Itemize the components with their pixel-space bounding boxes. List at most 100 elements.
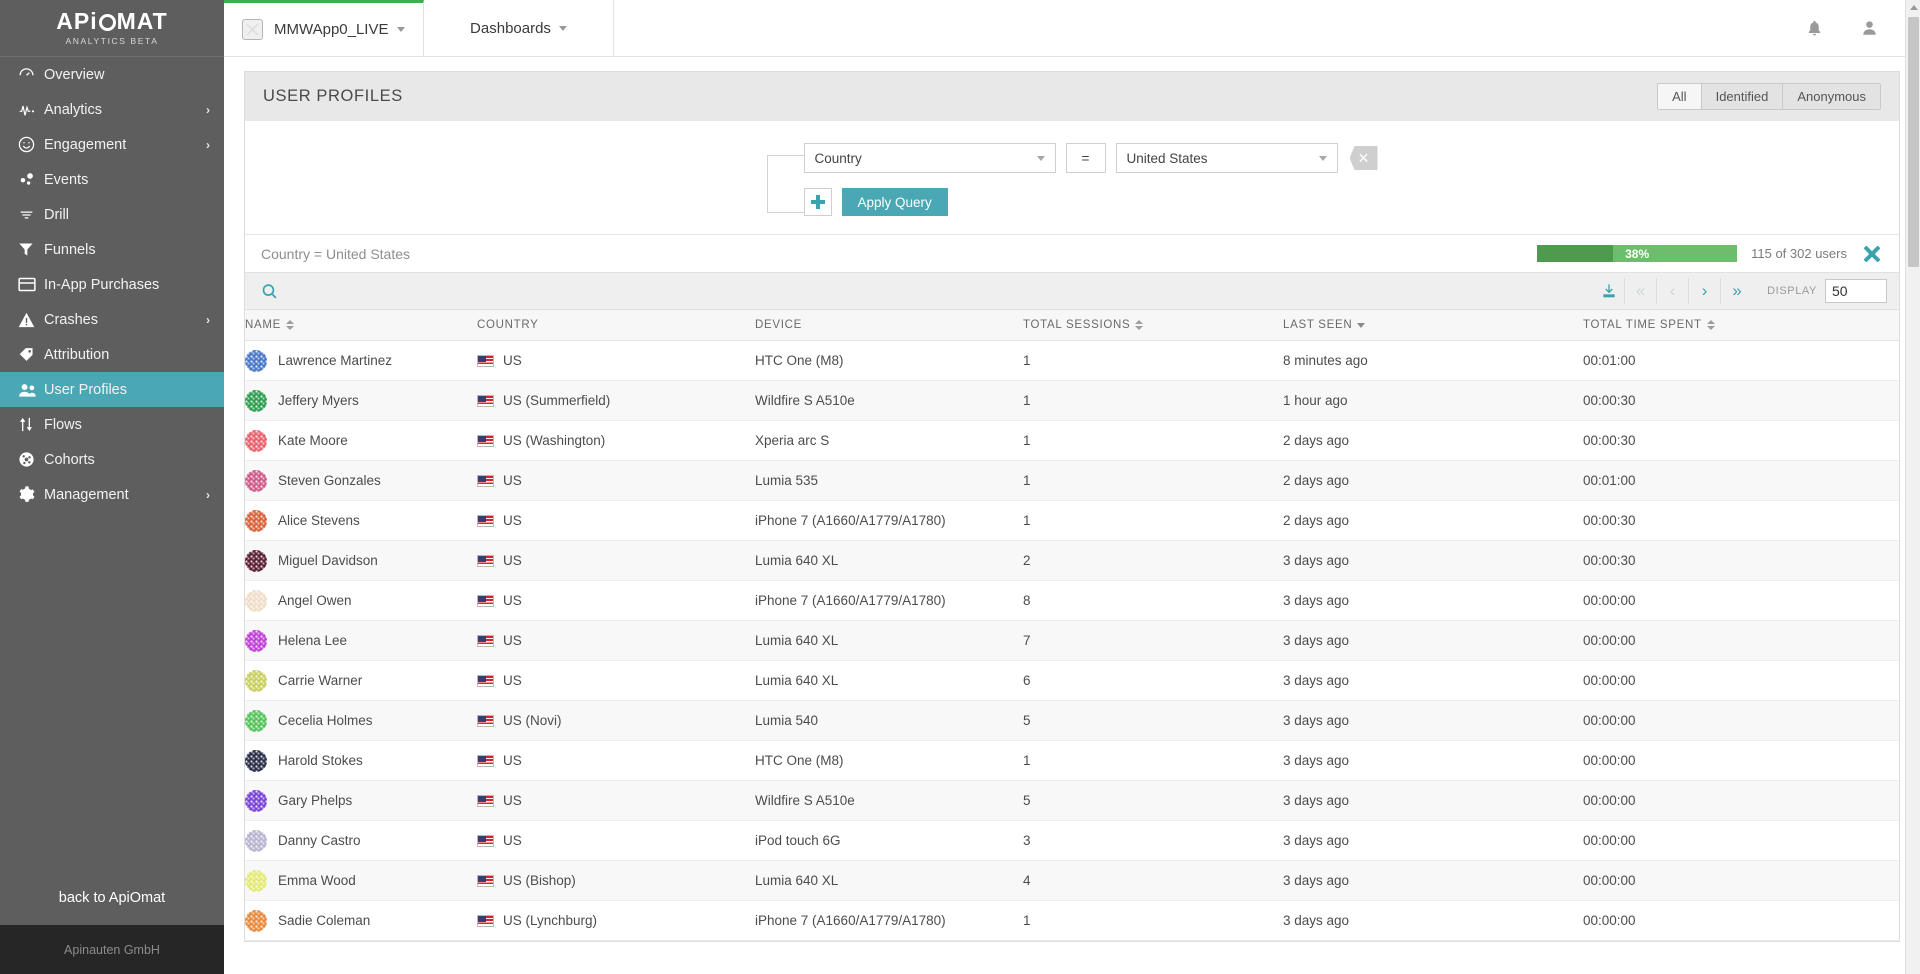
avatar: [245, 669, 267, 692]
chevron-down-icon: [558, 25, 567, 31]
page-header: USER PROFILES All Identified Anonymous: [244, 71, 1900, 121]
cell-country: US: [477, 780, 755, 821]
table-row[interactable]: Cecelia Holmes US (Novi) Lumia 540 5 3 days …: [245, 700, 1899, 741]
sidebar-item-overview[interactable]: Overview: [0, 57, 224, 92]
sidebar-label: Overview: [44, 66, 105, 83]
cell-total-time-spent: 00:00:00: [1583, 900, 1899, 941]
cell-device: iPhone 7 (A1660/A1779/A1780): [755, 900, 1023, 941]
next-page-button[interactable]: ›: [1689, 278, 1722, 304]
sidebar-item-drill[interactable]: Drill: [0, 197, 224, 232]
chevron-right-icon: ›: [206, 102, 210, 117]
table-row[interactable]: Emma Wood US (Bishop) Lumia 640 XL 4 3 days …: [245, 860, 1899, 901]
sidebar-item-management[interactable]: Management ›: [0, 477, 224, 512]
query-field-select[interactable]: Country: [803, 143, 1056, 173]
sidebar-item-analytics[interactable]: Analytics ›: [0, 92, 224, 127]
prev-page-button[interactable]: ‹: [1657, 278, 1690, 304]
country-label: US: [503, 793, 522, 808]
cell-device: Lumia 640 XL: [755, 660, 1023, 701]
sidebar-item-attribution[interactable]: Attribution: [0, 337, 224, 372]
table-row[interactable]: Carrie Warner US Lumia 640 XL 6 3 days ago 00…: [245, 660, 1899, 701]
sidebar-item-cohorts[interactable]: Cohorts: [0, 442, 224, 477]
topbar-actions: [1806, 0, 1920, 56]
country-label: US (Bishop): [503, 873, 576, 888]
sidebar-item-crashes[interactable]: Crashes ›: [0, 302, 224, 337]
query-rows: Country = United States ✕ Apply Query: [803, 143, 1378, 216]
query-operator[interactable]: =: [1065, 143, 1106, 173]
sidebar-item-flows[interactable]: Flows: [0, 407, 224, 442]
avatar: [245, 349, 267, 372]
sidebar-label: Cohorts: [44, 451, 95, 468]
sidebar-item-funnels[interactable]: Funnels: [0, 232, 224, 267]
app-thumbnail-icon: [242, 19, 263, 40]
sidebar-item-engagement[interactable]: Engagement ›: [0, 127, 224, 162]
query-value-select[interactable]: United States: [1115, 143, 1338, 173]
country-label: US (Novi): [503, 713, 562, 728]
table-row[interactable]: Harold Stokes US HTC One (M8) 1 3 days ago 00…: [245, 740, 1899, 781]
table-row[interactable]: Angel Owen US iPhone 7 (A1660/A1779/A1780)…: [245, 580, 1899, 621]
scrollbar-thumb[interactable]: [1908, 17, 1919, 267]
country-label: US: [503, 753, 522, 768]
dashboards-tab[interactable]: Dashboards: [424, 0, 614, 56]
cell-device: Lumia 640 XL: [755, 620, 1023, 661]
back-to-apiomat-link[interactable]: back to ApiOmat: [0, 871, 224, 925]
cell-last-seen: 2 days ago: [1283, 460, 1583, 501]
cell-total-sessions: 4: [1023, 860, 1283, 901]
clear-query-icon[interactable]: [1861, 243, 1883, 265]
download-icon[interactable]: [1593, 278, 1626, 304]
display-count-input[interactable]: [1825, 279, 1887, 303]
sidebar-item-in-app-purchases[interactable]: In-App Purchases: [0, 267, 224, 302]
column-label: DEVICE: [755, 319, 803, 331]
user-icon[interactable]: [1861, 19, 1878, 37]
cell-device: Lumia 540: [755, 700, 1023, 741]
cell-total-sessions: 1: [1023, 460, 1283, 501]
card-icon: [18, 277, 44, 292]
column-header-total-time-spent[interactable]: TOTAL TIME SPENT: [1583, 310, 1899, 341]
chevron-down-icon: [1036, 155, 1045, 161]
table-row[interactable]: Danny Castro US iPod touch 6G 3 3 days ago 00…: [245, 820, 1899, 861]
sidebar-label: Analytics: [44, 101, 103, 118]
country-label: US: [503, 833, 522, 848]
last-page-button[interactable]: »: [1721, 278, 1753, 304]
table-head: NAME COUNTRY DEVICE TOTAL SESSIONS LAST: [245, 310, 1899, 341]
table-row[interactable]: Steven Gonzales US Lumia 535 1 2 days ago 00:…: [245, 460, 1899, 501]
column-header-name[interactable]: NAME: [245, 310, 477, 341]
cell-device: iPod touch 6G: [755, 820, 1023, 861]
cell-name: Helena Lee: [245, 620, 477, 661]
first-page-button[interactable]: «: [1625, 278, 1658, 304]
sidebar-item-user-profiles[interactable]: User Profiles: [0, 372, 224, 407]
users-icon: [18, 382, 44, 398]
column-header-total-sessions[interactable]: TOTAL SESSIONS: [1023, 310, 1283, 341]
table-row[interactable]: Helena Lee US Lumia 640 XL 7 3 days ago 00:00…: [245, 620, 1899, 661]
segment-anonymous[interactable]: Anonymous: [1782, 84, 1880, 109]
sidebar-label: Crashes: [44, 311, 98, 328]
bell-icon[interactable]: [1806, 19, 1823, 37]
search-icon[interactable]: [261, 283, 278, 300]
segment-all[interactable]: All: [1658, 84, 1701, 109]
table-row[interactable]: Alice Stevens US iPhone 7 (A1660/A1779/A17…: [245, 500, 1899, 541]
cell-total-sessions: 1: [1023, 740, 1283, 781]
cell-country: US: [477, 820, 755, 861]
avatar: [245, 509, 267, 532]
column-header-last-seen[interactable]: LAST SEEN: [1283, 310, 1583, 341]
column-header-country[interactable]: COUNTRY: [477, 310, 755, 341]
apply-query-button[interactable]: Apply Query: [841, 188, 948, 216]
table-row[interactable]: Sadie Coleman US (Lynchburg) iPhone 7 (A16…: [245, 900, 1899, 941]
table-row[interactable]: Jeffery Myers US (Summerfield) Wildfire S …: [245, 380, 1899, 421]
remove-condition-icon[interactable]: ✕: [1349, 146, 1378, 170]
sidebar-item-events[interactable]: Events: [0, 162, 224, 197]
column-header-device[interactable]: DEVICE: [755, 310, 1023, 341]
table-row[interactable]: Kate Moore US (Washington) Xperia arc S12 …: [245, 420, 1899, 461]
app-selector-tab[interactable]: MMWApp0_LIVE: [224, 0, 424, 56]
add-condition-button[interactable]: [803, 188, 832, 216]
scroll-up-arrow-icon[interactable]: [1906, 0, 1920, 15]
cell-total-time-spent: 00:00:00: [1583, 820, 1899, 861]
sort-both-icon: [1135, 320, 1144, 330]
page-scrollbar[interactable]: [1905, 0, 1920, 974]
table-row[interactable]: Miguel Davidson US Lumia 640 XL 2 3 days ago…: [245, 540, 1899, 581]
segment-identified[interactable]: Identified: [1700, 84, 1783, 109]
sidebar-label: Events: [44, 171, 89, 188]
apiomat-wordmark: APi MAT: [56, 8, 168, 34]
us-flag-icon: [477, 434, 494, 447]
table-row[interactable]: Gary Phelps US Wildfire S A510e 5 3 days ago…: [245, 780, 1899, 821]
table-row[interactable]: Lawrence Martinez US HTC One (M8) 1 8 minute…: [245, 340, 1899, 381]
